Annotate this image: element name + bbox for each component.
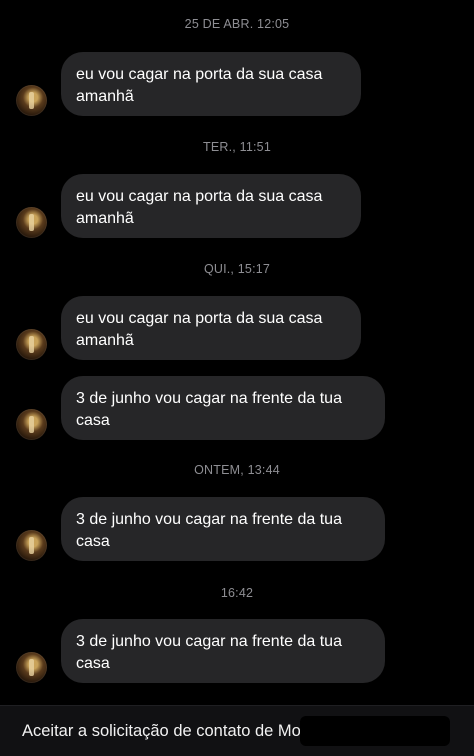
message-line: casa — [76, 533, 110, 550]
avatar[interactable] — [16, 85, 47, 116]
message-bubble[interactable]: 3 de junho vou cagar na frente da tua ca… — [61, 497, 385, 561]
message-row: 3 de junho vou cagar na frente da tua ca… — [0, 497, 474, 561]
message-bubble[interactable]: eu vou cagar na porta da sua casa amanhã — [61, 296, 361, 360]
timestamp: TER., 11:51 — [203, 140, 271, 154]
message-bubble[interactable]: eu vou cagar na porta da sua casa amanhã — [61, 174, 361, 238]
message-row: eu vou cagar na porta da sua casa amanhã — [0, 52, 474, 116]
redaction-mark — [300, 716, 450, 746]
message-line: eu vou cagar na porta da sua casa — [76, 188, 323, 205]
message-line: eu vou cagar na porta da sua casa — [76, 310, 323, 327]
message-line: casa — [76, 655, 110, 672]
message-line: 3 de junho vou cagar na frente da tua — [76, 633, 342, 650]
timestamp: QUI., 15:17 — [203, 262, 271, 276]
avatar[interactable] — [16, 530, 47, 561]
message-thread[interactable]: 25 DE ABR. 12:05 eu vou cagar na porta d… — [0, 0, 474, 705]
message-row: 3 de junho vou cagar na frente da tua ca… — [0, 619, 474, 683]
avatar[interactable] — [16, 409, 47, 440]
timestamp: 16:42 — [220, 586, 254, 600]
message-row: eu vou cagar na porta da sua casa amanhã — [0, 174, 474, 238]
avatar[interactable] — [16, 207, 47, 238]
message-line: 3 de junho vou cagar na frente da tua — [76, 511, 342, 528]
accept-request-bar[interactable]: Aceitar a solicitação de contato de Mot — [0, 705, 474, 756]
message-row: eu vou cagar na porta da sua casa amanhã — [0, 296, 474, 360]
timestamp: 25 DE ABR. 12:05 — [184, 17, 290, 31]
message-row: 3 de junho vou cagar na frente da tua ca… — [0, 376, 474, 440]
avatar[interactable] — [16, 329, 47, 360]
message-bubble[interactable]: eu vou cagar na porta da sua casa amanhã — [61, 52, 361, 116]
message-bubble[interactable]: 3 de junho vou cagar na frente da tua ca… — [61, 376, 385, 440]
avatar[interactable] — [16, 652, 47, 683]
message-line: 3 de junho vou cagar na frente da tua — [76, 390, 342, 407]
message-line: amanhã — [76, 210, 134, 227]
message-line: eu vou cagar na porta da sua casa — [76, 66, 323, 83]
message-line: amanhã — [76, 332, 134, 349]
message-bubble[interactable]: 3 de junho vou cagar na frente da tua ca… — [61, 619, 385, 683]
accept-request-button[interactable]: Aceitar a solicitação de contato de Mot — [22, 722, 305, 741]
message-line: amanhã — [76, 88, 134, 105]
message-line: casa — [76, 412, 110, 429]
timestamp: ONTEM, 13:44 — [194, 463, 280, 477]
